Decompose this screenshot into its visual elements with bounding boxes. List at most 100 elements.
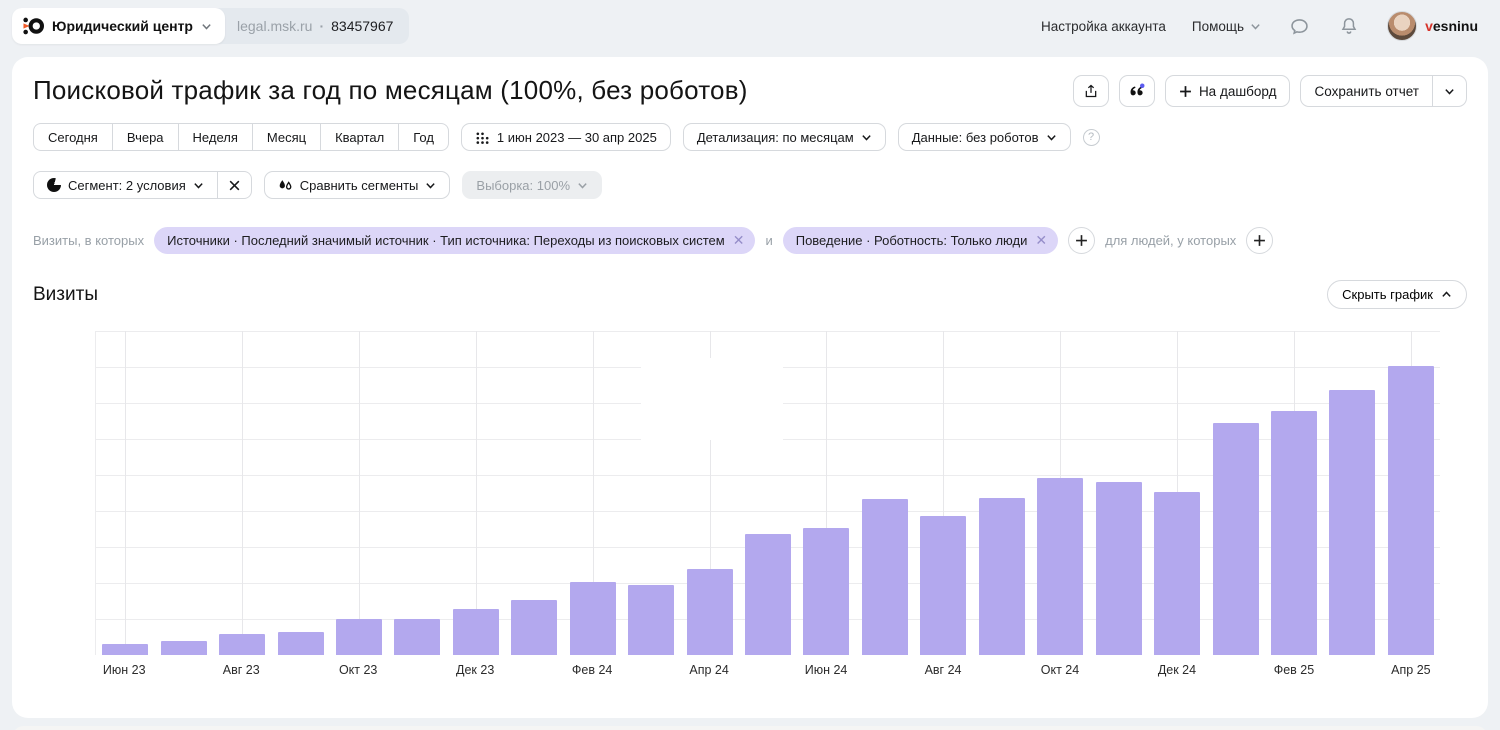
remove-filter-icon[interactable]: ✕ — [733, 232, 745, 249]
detalization-dropdown[interactable]: Детализация: по месяцам — [683, 123, 886, 151]
chevron-down-icon — [861, 132, 872, 143]
chevron-up-icon — [1441, 289, 1452, 300]
tab-month[interactable]: Месяц — [252, 123, 320, 151]
x-tick-label: Дек 23 — [446, 663, 504, 677]
account-settings-link[interactable]: Настройка аккаунта — [1041, 19, 1166, 34]
filter-suffix-label: для людей, у которых — [1105, 233, 1236, 248]
bar-Сен 24[interactable] — [979, 498, 1025, 655]
save-report-dropdown[interactable] — [1433, 75, 1467, 107]
chart-bar-slot[interactable] — [388, 331, 446, 655]
hide-chart-button[interactable]: Скрыть график — [1327, 280, 1467, 309]
chevron-down-icon — [577, 180, 588, 191]
add-user-filter-button[interactable] — [1246, 227, 1273, 254]
bar-Окт 23[interactable] — [336, 619, 382, 655]
chart-bar-slot[interactable] — [1382, 331, 1440, 655]
filter-chip-robots[interactable]: Поведение · Роботность: Только люди ✕ — [783, 227, 1058, 254]
bar-Май 24[interactable] — [745, 534, 791, 656]
chart-bar-slot[interactable] — [1265, 331, 1323, 655]
x-tick-label: Апр 25 — [1382, 663, 1440, 677]
bar-Сен 23[interactable] — [278, 632, 324, 655]
chart-bar-slot[interactable] — [447, 331, 505, 655]
tab-year[interactable]: Год — [398, 123, 449, 151]
plus-icon — [1179, 85, 1192, 98]
data-mode-dropdown[interactable]: Данные: без роботов — [898, 123, 1071, 151]
chart-bar-slot[interactable] — [96, 331, 154, 655]
clear-segment-button[interactable] — [218, 171, 252, 199]
chart-bar-slot[interactable] — [1206, 331, 1264, 655]
bar-Янв 24[interactable] — [511, 600, 557, 655]
chart-bar-slot[interactable] — [797, 331, 855, 655]
chart-bar-slot[interactable] — [973, 331, 1031, 655]
chart-plot[interactable] — [95, 331, 1440, 655]
help-question-icon[interactable]: ? — [1083, 129, 1100, 146]
bar-Мар 24[interactable] — [628, 585, 674, 655]
bar-Фев 25[interactable] — [1271, 411, 1317, 655]
tab-yesterday[interactable]: Вчера — [112, 123, 178, 151]
tab-today[interactable]: Сегодня — [33, 123, 112, 151]
chart-bar-slot[interactable] — [1323, 331, 1381, 655]
bar-Мар 25[interactable] — [1329, 390, 1375, 655]
bar-Июл 23[interactable] — [161, 641, 207, 655]
counter-id: 83457967 — [331, 18, 393, 34]
chart-bar-slot[interactable] — [914, 331, 972, 655]
chart-bar-slot[interactable] — [1148, 331, 1206, 655]
export-button[interactable] — [1073, 75, 1109, 107]
close-icon — [228, 179, 241, 192]
sampling-dropdown[interactable]: Выборка: 100% — [462, 171, 602, 199]
x-tick-label — [621, 663, 679, 677]
chart-bar-slot[interactable] — [1089, 331, 1147, 655]
help-menu[interactable]: Помощь — [1192, 19, 1261, 34]
bar-Янв 25[interactable] — [1213, 423, 1259, 655]
user-menu[interactable]: vesninu — [1387, 11, 1478, 41]
chart-bar-slot[interactable] — [213, 331, 271, 655]
chart-bar-slot[interactable] — [856, 331, 914, 655]
bar-Апр 24[interactable] — [687, 569, 733, 655]
metric-title: Визиты — [33, 284, 98, 306]
bar-Июн 23[interactable] — [102, 644, 148, 655]
chevron-down-icon — [1444, 86, 1455, 97]
chart-bar-slot[interactable] — [1031, 331, 1089, 655]
bar-Фев 24[interactable] — [570, 582, 616, 655]
counter-selector[interactable]: Юридический центр — [12, 8, 225, 44]
plus-icon — [1253, 234, 1266, 247]
x-tick-label — [504, 663, 562, 677]
tab-quarter[interactable]: Квартал — [320, 123, 398, 151]
compare-segments-dropdown[interactable]: Сравнить сегменты — [264, 171, 451, 199]
chart-bar-slot[interactable] — [154, 331, 212, 655]
bar-Ноя 24[interactable] — [1096, 482, 1142, 655]
segment-dropdown[interactable]: Сегмент: 2 условия — [33, 171, 218, 199]
tab-week[interactable]: Неделя — [178, 123, 252, 151]
chat-bubble-icon[interactable] — [1287, 14, 1311, 38]
chart-bar-slot[interactable] — [505, 331, 563, 655]
add-visit-filter-button[interactable] — [1068, 227, 1095, 254]
ai-assistant-button[interactable] — [1119, 75, 1155, 107]
notifications-bell-icon[interactable] — [1337, 14, 1361, 38]
x-tick-label: Июн 23 — [95, 663, 153, 677]
add-to-dashboard-button[interactable]: На дашборд — [1165, 75, 1291, 107]
bar-Дек 24[interactable] — [1154, 492, 1200, 655]
bar-Авг 24[interactable] — [920, 516, 966, 655]
chevron-down-icon — [193, 180, 204, 191]
bar-Дек 23[interactable] — [453, 609, 499, 655]
x-tick-label: Апр 24 — [680, 663, 738, 677]
bar-Авг 23[interactable] — [219, 634, 265, 655]
date-range-picker[interactable]: 1 июн 2023 — 30 апр 2025 — [461, 123, 671, 151]
share-icon — [1083, 83, 1099, 100]
bar-Окт 24[interactable] — [1037, 478, 1083, 655]
bar-Ноя 23[interactable] — [394, 619, 440, 655]
bar-Апр 25[interactable] — [1388, 366, 1434, 655]
chart-bar-slot[interactable] — [271, 331, 329, 655]
counter-domain: legal.msk.ru — [237, 18, 312, 34]
period-tabs: Сегодня Вчера Неделя Месяц Квартал Год — [33, 123, 449, 151]
ai-sparkle-icon — [1128, 82, 1146, 100]
remove-filter-icon[interactable]: ✕ — [1035, 232, 1047, 249]
report-card: Поисковой трафик за год по месяцам (100%… — [12, 57, 1488, 718]
top-bar: Юридический центр legal.msk.ru · 8345796… — [0, 0, 1500, 52]
save-report-button[interactable]: Сохранить отчет — [1300, 75, 1433, 107]
chart-bar-slot[interactable] — [564, 331, 622, 655]
bar-Июл 24[interactable] — [862, 499, 908, 655]
filter-chip-source[interactable]: Источники · Последний значимый источник … — [154, 227, 755, 254]
chevron-down-icon — [1250, 21, 1261, 32]
bar-Июн 24[interactable] — [803, 528, 849, 655]
chart-bar-slot[interactable] — [330, 331, 388, 655]
